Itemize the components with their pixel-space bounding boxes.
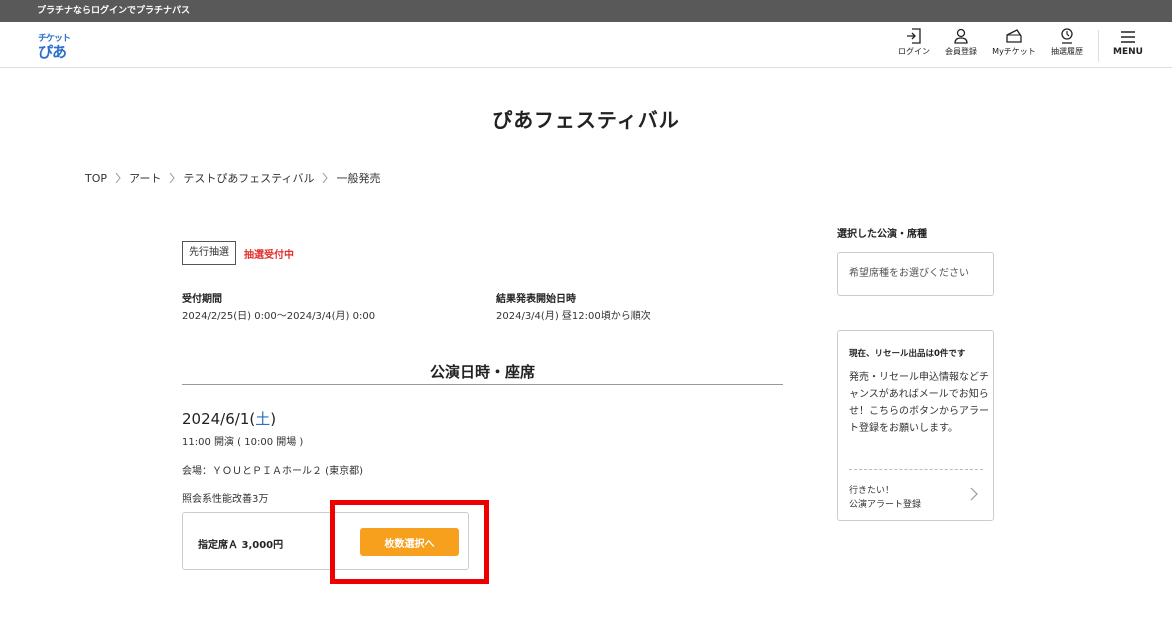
resale-divider [849,469,983,470]
seat-type-select[interactable]: 希望席種をお選びください [837,252,994,296]
chevron-right-icon [115,173,121,183]
resale-description: 発売・リセール申込情報などチャンスがあればメールでお知らせ！こちらのボタンからア… [849,372,989,434]
top-announcement-bar: プラチナならログインでプラチナパス [0,0,1172,22]
nav-my-ticket-label: Myチケット [992,47,1036,56]
chevron-right-icon [323,173,329,183]
performance-day-of-week: 土 [255,410,271,428]
ticket-pia-logo[interactable]: チケット ぴあ [38,31,72,61]
nav-login[interactable]: ログイン [896,28,932,64]
alert-register-link[interactable]: 行きたい！ 公演アラート登録 [838,476,993,516]
login-icon [907,28,921,44]
lottery-type-badge: 先行抽選 [182,241,236,265]
period-label: 受付期間 [182,294,222,305]
resale-heading: 現在、リセール出品は0件です [849,349,966,359]
section-title: 公演日時・座席 [429,363,535,381]
performance-date-text: 2024/6/1( [182,410,256,428]
breadcrumb-current: 一般発売 [336,172,381,185]
select-quantity-button[interactable]: 枚数選択へ [360,528,459,556]
nav-register-label: 会員登録 [945,47,977,56]
site-header: チケット ぴあ ログイン 会員登録 Myチケット 抽選履歴 MENU [0,22,1172,68]
alert-link-line2: 公演アラート登録 [849,500,922,510]
result-value: 2024/3/4(月) 昼12:00頃から順次 [496,311,651,322]
result-label: 結果発表開始日時 [496,294,576,305]
period-value: 2024/2/25(日) 0:00～2024/3/4(月) 0:00 [182,311,376,322]
breadcrumb-event[interactable]: テストぴあフェスティバル [183,170,314,186]
lottery-status-text: 抽選受付中 [244,250,294,261]
nav-my-ticket[interactable]: Myチケット [990,28,1038,64]
breadcrumb-art[interactable]: アート [129,170,161,186]
person-icon [954,28,968,44]
performance-note: 照会系性能改善3万 [182,494,269,505]
ticket-icon [1006,29,1022,43]
seat-card: 指定席Ａ 3,000円 枚数選択へ [182,512,469,570]
nav-lottery-history[interactable]: 抽選履歴 [1048,28,1086,64]
performance-date: 2024/6/1(土) [182,408,276,429]
section-divider [182,384,783,385]
hamburger-icon [1121,31,1135,43]
performance-time: 11:00 開演 ( 10:00 開場 ) [182,437,304,448]
resale-info-box: 現在、リセール出品は0件です 発売・リセール申込情報などチャンスがあればメールで… [837,330,994,521]
nav-login-label: ログイン [898,47,930,56]
nav-register[interactable]: 会員登録 [942,28,980,64]
performance-date-close: ) [270,410,277,428]
breadcrumb-top[interactable]: TOP [85,172,107,185]
menu-label: MENU [1113,47,1143,57]
header-divider [1098,30,1099,62]
logo-line2: ぴあ [38,43,67,61]
performance-venue: 会場：ＹＯＵとＰＩＡホール２ (東京都) [182,466,363,477]
sidebar-title: 選択した公演・席種 [837,229,927,240]
menu-button[interactable]: MENU [1110,30,1146,57]
chevron-right-icon [970,487,978,501]
seat-type-price: 指定席Ａ 3,000円 [198,540,284,551]
alert-link-line1: 行きたい！ [849,486,895,496]
nav-lottery-history-label: 抽選履歴 [1051,47,1083,56]
lottery-history-icon [1061,28,1073,44]
chevron-right-icon [169,173,175,183]
page-title: ぴあフェスティバル [492,108,680,132]
breadcrumb: TOP アート テストぴあフェスティバル 一般発売 [85,170,380,186]
